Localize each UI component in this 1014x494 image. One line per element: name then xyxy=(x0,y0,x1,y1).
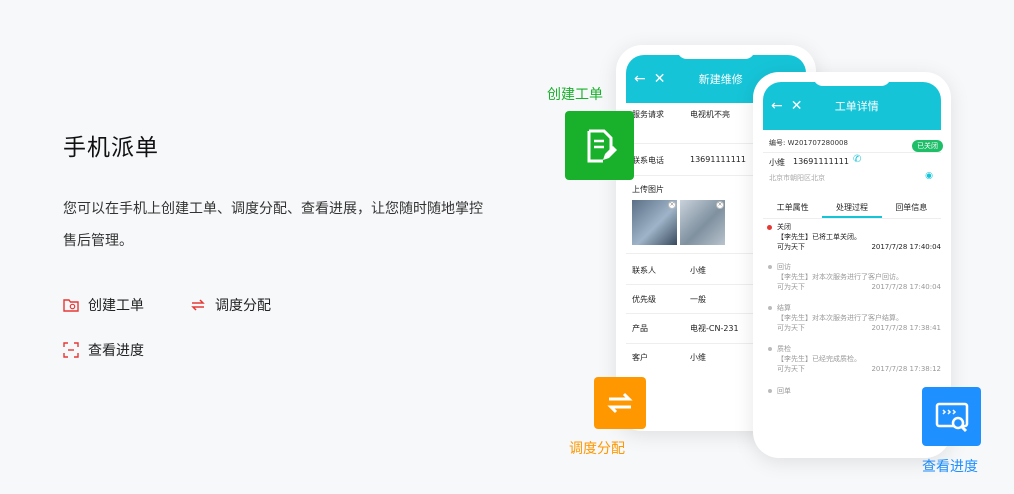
field-value: 电视-CN-231 xyxy=(690,324,739,333)
field-value: 电视机不亮 xyxy=(690,110,730,119)
tab-receipt[interactable]: 回单信息 xyxy=(882,199,941,218)
intro-description: 您可以在手机上创建工单、调度分配、查看进展，让您随时随地掌控售后管理。 xyxy=(63,201,483,249)
timeline-time: 2017/7/28 17:38:12 xyxy=(871,365,941,373)
status-dot xyxy=(768,347,772,351)
scan-icon xyxy=(63,342,79,358)
contact-phone[interactable]: 13691111111 xyxy=(793,157,849,166)
timeline-title: 结算 xyxy=(777,304,791,312)
field-value: 小维 xyxy=(690,266,706,275)
remove-icon[interactable]: × xyxy=(716,201,724,209)
timeline-text: 【李先生】对本次服务进行了客户结算。 xyxy=(777,314,903,322)
field-label: 服务请求 xyxy=(632,110,664,119)
create-order-badge[interactable] xyxy=(565,111,634,180)
close-icon[interactable]: ✕ xyxy=(654,71,666,87)
feature-label: 调度分配 xyxy=(215,298,271,314)
status-dot xyxy=(767,225,772,230)
search-screen-icon xyxy=(935,402,968,432)
timeline-text: 【李先生】已将工单关闭。 xyxy=(777,233,861,241)
timeline-title: 质检 xyxy=(777,345,791,353)
field-value: 13691111111 xyxy=(690,155,746,164)
timeline-time: 2017/7/28 17:38:41 xyxy=(871,324,941,332)
tab-process[interactable]: 处理过程 xyxy=(822,199,882,218)
document-edit-icon xyxy=(587,129,617,162)
field-label: 联系电话 xyxy=(632,156,664,165)
page-title: 手机派单 xyxy=(63,135,159,161)
phone-notch xyxy=(813,72,891,86)
phone-notch xyxy=(677,45,755,59)
order-number: 编号: W201707280008 xyxy=(769,139,848,147)
field-value: 小维 xyxy=(690,353,706,362)
swap-arrows-icon xyxy=(607,392,633,414)
field-label: 产品 xyxy=(632,324,648,333)
folder-plus-icon xyxy=(63,299,79,312)
address: 北京市朝阳区北京 xyxy=(769,174,825,182)
phone-title: 新建维修 xyxy=(698,73,743,86)
dispatch-label: 调度分配 xyxy=(569,441,625,457)
phone-call-icon[interactable]: ✆ xyxy=(853,154,861,165)
phone-title: 工单详情 xyxy=(834,100,879,113)
timeline-title: 回访 xyxy=(777,263,791,271)
timeline-title: 关闭 xyxy=(777,223,791,231)
swap-arrows-icon xyxy=(191,299,205,311)
field-label: 客户 xyxy=(632,353,648,362)
status-dot xyxy=(768,265,772,269)
field-label: 优先级 xyxy=(632,295,656,304)
timeline-text: 【李先生】已经完成质检。 xyxy=(777,355,861,363)
remove-icon[interactable]: × xyxy=(668,201,676,209)
status-dot xyxy=(768,389,772,393)
feature-dispatch: 调度分配 xyxy=(190,295,271,315)
status-badge: 已关闭 xyxy=(912,140,943,152)
uploaded-image[interactable]: × xyxy=(680,200,725,245)
divider xyxy=(763,152,941,153)
image-thumbnails: × × xyxy=(632,200,725,245)
uploaded-image[interactable]: × xyxy=(632,200,677,245)
contact-name: 小维 xyxy=(769,158,785,167)
progress-label: 查看进度 xyxy=(922,459,978,475)
field-label: 联系人 xyxy=(632,266,656,275)
progress-badge[interactable] xyxy=(922,387,981,446)
location-icon[interactable]: ◉ xyxy=(925,171,933,181)
timeline-title: 回单 xyxy=(777,387,791,395)
back-icon[interactable]: ← xyxy=(634,71,646,87)
status-dot xyxy=(768,306,772,310)
timeline-time: 2017/7/28 17:40:04 xyxy=(871,243,941,251)
detail-tabs: 工单属性 处理过程 回单信息 xyxy=(763,199,941,219)
back-icon[interactable]: ← xyxy=(771,98,783,114)
feature-create-order: 创建工单 xyxy=(63,295,144,315)
feature-label: 创建工单 xyxy=(88,298,144,314)
field-label: 上传图片 xyxy=(632,185,664,194)
phone-header: ← ✕ 工单详情 xyxy=(763,82,941,130)
close-icon[interactable]: ✕ xyxy=(791,98,803,114)
timeline-text: 【李先生】对本次服务进行了客户回访。 xyxy=(777,273,903,281)
tab-attributes[interactable]: 工单属性 xyxy=(763,199,822,218)
field-value: 一般 xyxy=(690,295,706,304)
feature-progress: 查看进度 xyxy=(63,340,144,360)
create-order-label: 创建工单 xyxy=(547,87,603,103)
dispatch-badge[interactable] xyxy=(594,377,646,429)
timeline-time: 2017/7/28 17:40:04 xyxy=(871,283,941,291)
feature-label: 查看进度 xyxy=(88,343,144,359)
